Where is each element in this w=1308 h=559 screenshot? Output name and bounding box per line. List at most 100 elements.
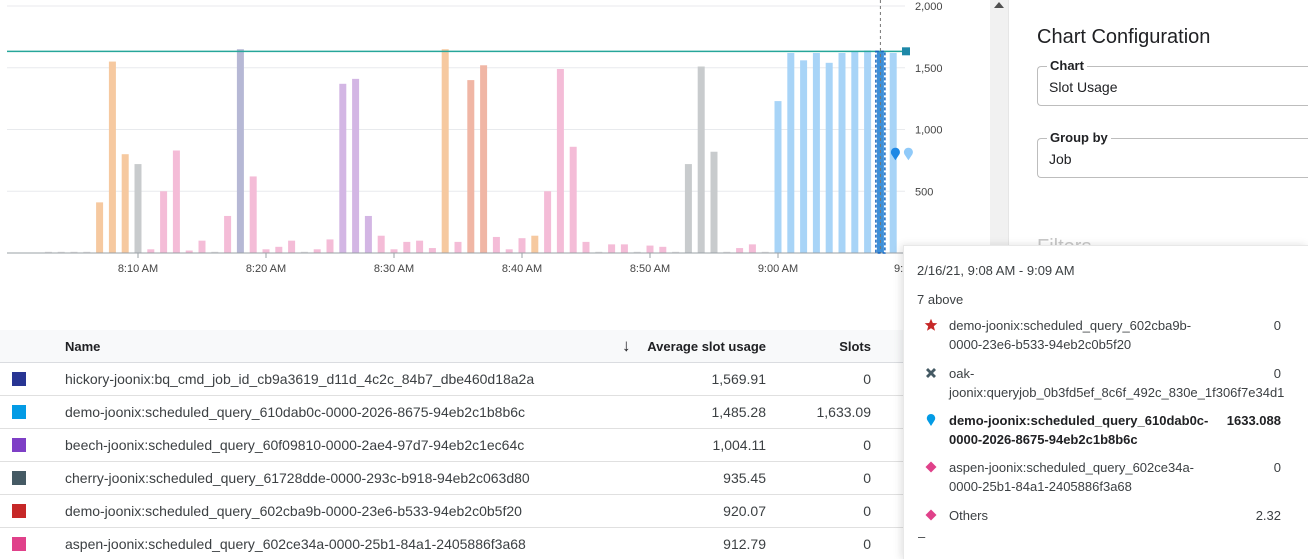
chart-bar[interactable] <box>96 202 104 253</box>
job-name: beech-joonix:scheduled_query_60f09810-00… <box>65 437 525 453</box>
slots-value: 0 <box>863 536 871 552</box>
chart-bar[interactable] <box>787 52 795 254</box>
series-color-swatch <box>12 438 26 452</box>
table-row[interactable]: aspen-joonix:scheduled_query_602ce34a-00… <box>0 528 905 559</box>
chart-bar[interactable] <box>864 50 872 254</box>
chart-bar[interactable] <box>416 240 424 253</box>
job-name: demo-joonix:scheduled_query_602cba9b-000… <box>65 503 522 519</box>
chart-bar[interactable] <box>480 65 488 253</box>
job-name: cherry-joonix:scheduled_query_61728dde-0… <box>65 470 530 486</box>
chart-bar[interactable] <box>313 249 321 253</box>
table-body: hickory-joonix:bq_cmd_job_id_cb9a3619_d1… <box>0 363 905 559</box>
tooltip-item-label: oak-joonix:queryjob_0b3fd5ef_8c6f_492c_8… <box>949 366 1285 400</box>
chart-bar[interactable] <box>364 215 372 253</box>
chart-bar[interactable] <box>697 66 705 253</box>
chart-bar[interactable] <box>428 248 436 253</box>
chart-bar[interactable] <box>748 244 756 253</box>
average-slot-usage-value: 920.07 <box>723 503 766 519</box>
table-row[interactable]: demo-joonix:scheduled_query_610dab0c-000… <box>0 396 905 429</box>
chart-bar[interactable] <box>121 154 129 253</box>
chart-bar[interactable] <box>160 191 168 253</box>
group-by-select[interactable]: Group by Job <box>1037 130 1308 178</box>
chart-bar[interactable] <box>569 146 577 253</box>
chart-bar[interactable] <box>288 240 296 253</box>
chart-bar[interactable] <box>838 52 846 254</box>
group-by-select-value: Job <box>1049 151 1072 167</box>
chart-bar[interactable] <box>249 176 257 253</box>
chart-bar[interactable] <box>326 239 334 253</box>
average-slot-usage-value: 1,485.28 <box>711 404 767 420</box>
chart-bar[interactable] <box>492 236 500 253</box>
chart-bar[interactable] <box>467 80 475 253</box>
table-row[interactable]: demo-joonix:scheduled_query_602cba9b-000… <box>0 495 905 528</box>
chart-bar[interactable] <box>646 245 654 253</box>
chart-bar[interactable] <box>172 150 180 253</box>
chart-bar[interactable] <box>544 191 552 253</box>
table-header: Name ↓ Average slot usage Slots <box>0 330 905 363</box>
chart-bar[interactable] <box>710 151 718 253</box>
x-tick-label: 8:10 AM <box>118 263 158 275</box>
chart-bar[interactable] <box>262 249 270 253</box>
chart-bar[interactable] <box>236 49 244 253</box>
slots-value: 0 <box>863 437 871 453</box>
chart-bar[interactable] <box>825 62 833 254</box>
series-color-swatch <box>12 471 26 485</box>
chart-bar[interactable] <box>454 241 462 253</box>
chart-select[interactable]: Chart Slot Usage <box>1037 58 1308 106</box>
chart-bar[interactable] <box>518 238 526 253</box>
slot-usage-chart[interactable]: 500 1,000 1,500 2,000 8:10 AM 8:20 AM 8:30 AM 8… <box>0 0 990 330</box>
chart-bar[interactable] <box>339 83 347 254</box>
chart-bar[interactable] <box>147 249 155 253</box>
chart-bar[interactable] <box>134 164 142 253</box>
tooltip-item-label: demo-joonix:scheduled_query_610dab0c-000… <box>949 413 1209 447</box>
chart-bar[interactable] <box>582 241 590 253</box>
average-slot-usage-column-header[interactable]: Average slot usage <box>647 339 766 354</box>
chart-bar[interactable] <box>377 235 385 253</box>
chart-bar[interactable] <box>774 101 782 253</box>
chart-bar[interactable] <box>620 244 628 253</box>
name-column-header[interactable]: Name <box>65 339 100 354</box>
diamond-icon <box>925 509 937 521</box>
table-row[interactable]: cherry-joonix:scheduled_query_61728dde-0… <box>0 462 905 495</box>
chart-bar[interactable] <box>800 60 808 254</box>
chart-bar[interactable] <box>108 61 116 254</box>
chart-bar[interactable] <box>441 49 449 253</box>
x-tick-label: 8:30 AM <box>374 263 414 275</box>
chart-bar[interactable] <box>224 215 232 253</box>
jobs-table: Name ↓ Average slot usage Slots hickory-… <box>0 330 1008 559</box>
table-row[interactable]: hickory-joonix:bq_cmd_job_id_cb9a3619_d1… <box>0 363 905 396</box>
chart-svg[interactable]: 500 1,000 1,500 2,000 8:10 AM 8:20 AM 8:30 AM 8… <box>0 0 990 330</box>
chart-bar[interactable] <box>812 52 820 254</box>
average-slot-usage-value: 935.45 <box>723 470 766 486</box>
chart-bar[interactable] <box>390 249 398 253</box>
chart-bar[interactable] <box>352 78 360 254</box>
chart-tooltip: 2/16/21, 9:08 AM - 9:09 AM 7 above demo-… <box>903 245 1308 559</box>
slot-usage-page: 500 1,000 1,500 2,000 8:10 AM 8:20 AM 8:30 AM 8… <box>0 0 1308 559</box>
scroll-up-arrow-icon[interactable] <box>994 2 1004 8</box>
diamond-icon <box>925 461 937 473</box>
chart-bar[interactable] <box>531 235 539 253</box>
chart-bar[interactable] <box>608 244 616 253</box>
chart-bar[interactable] <box>556 68 564 253</box>
chart-bar[interactable] <box>659 246 667 253</box>
chart-bar[interactable] <box>198 240 206 253</box>
sort-descending-icon[interactable]: ↓ <box>622 336 631 356</box>
tooltip-item-label: aspen-joonix:scheduled_query_602ce34a-00… <box>949 460 1195 494</box>
series-color-swatch <box>12 405 26 419</box>
chart-bar[interactable] <box>684 164 692 253</box>
x-tick-label: 8:40 AM <box>502 263 542 275</box>
job-name: demo-joonix:scheduled_query_610dab0c-000… <box>65 404 526 420</box>
chart-bar[interactable] <box>275 246 283 253</box>
table-row[interactable]: beech-joonix:scheduled_query_60f09810-00… <box>0 429 905 462</box>
tooltip-item-value: 0 <box>1273 460 1281 475</box>
tooltip-item-value: 0 <box>1273 318 1281 333</box>
chart-bar[interactable] <box>505 249 513 253</box>
tooltip-item-label: demo-joonix:scheduled_query_602cba9b-000… <box>949 318 1192 352</box>
chart-bar[interactable] <box>736 248 744 253</box>
job-name: aspen-joonix:scheduled_query_602ce34a-00… <box>65 536 526 552</box>
tooltip-item-label: Others <box>949 508 989 523</box>
cross-icon <box>926 368 936 378</box>
chart-bar[interactable] <box>851 51 859 253</box>
slots-column-header[interactable]: Slots <box>839 339 871 354</box>
chart-bar[interactable] <box>403 241 411 253</box>
